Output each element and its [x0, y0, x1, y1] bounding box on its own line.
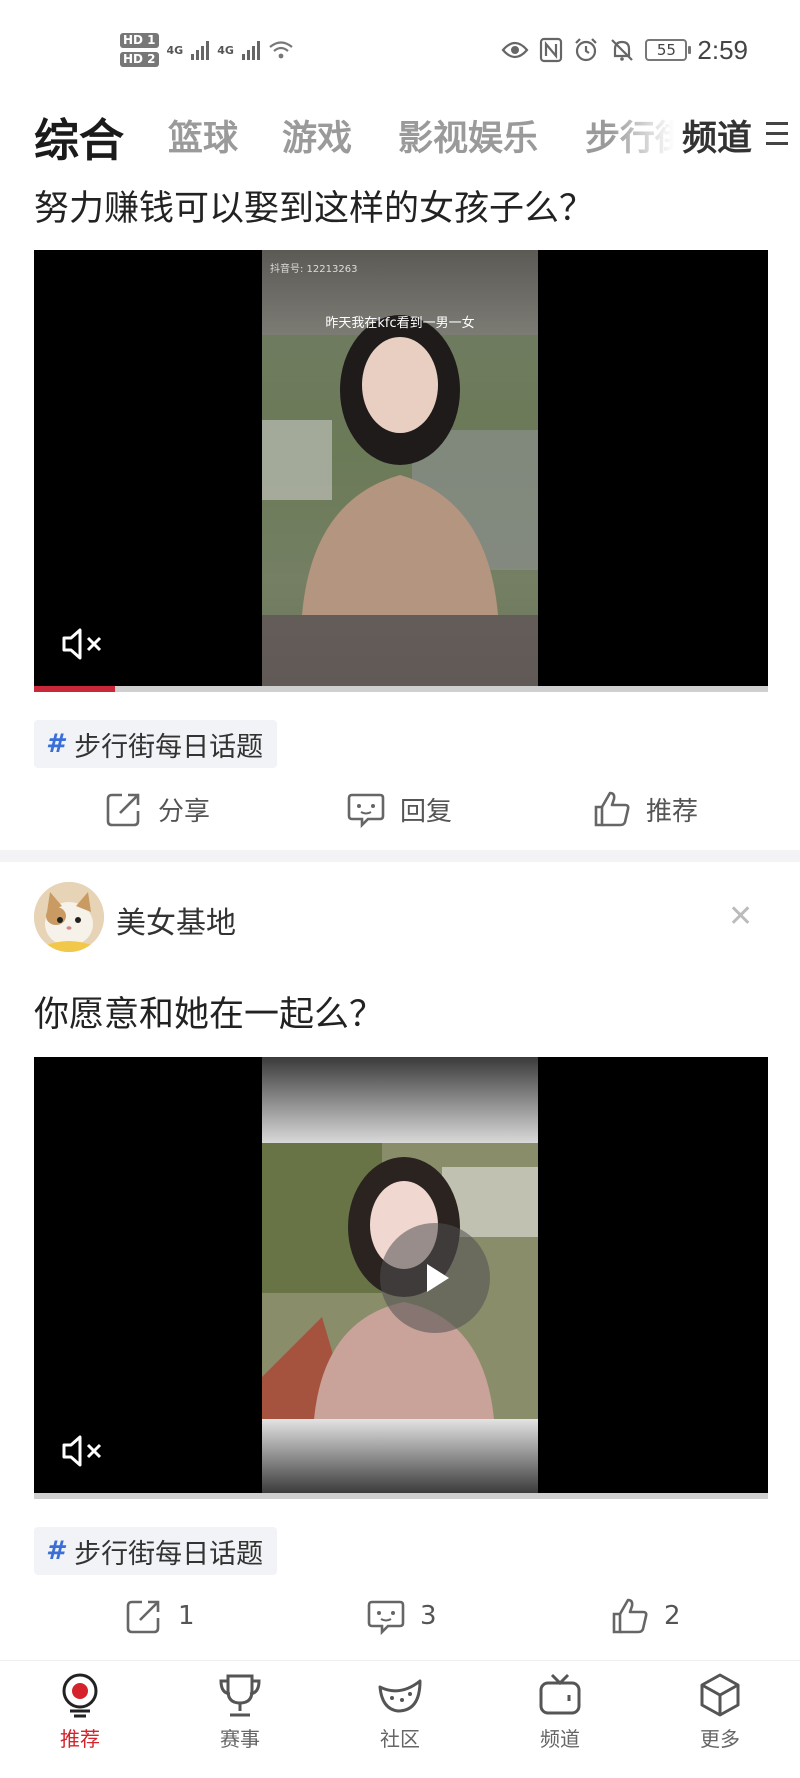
hd2-indicator: HD 2	[120, 52, 159, 67]
tab-games[interactable]: 游戏	[282, 110, 352, 161]
reply-button[interactable]: 回复	[346, 789, 452, 829]
battery-indicator: 55	[645, 39, 692, 61]
tab-entertainment[interactable]: 影视娱乐	[398, 110, 538, 161]
share-label: 分享	[158, 796, 211, 827]
topic-label: 步行街每日话题	[74, 731, 264, 763]
share-icon	[106, 793, 140, 827]
signal-1-icon	[191, 40, 210, 60]
close-icon[interactable]: ✕	[728, 902, 753, 932]
nav-more[interactable]: 更多	[670, 1671, 770, 1752]
watermelon-icon	[378, 1679, 422, 1713]
video-progress[interactable]	[34, 1493, 768, 1499]
video-caption: 昨天我在kfc看到一男一女	[325, 315, 474, 331]
signal-2-icon	[241, 40, 260, 60]
share-button[interactable]: 分享	[104, 789, 210, 829]
network-type-2: 4G	[217, 43, 234, 57]
cat-avatar-image	[34, 882, 104, 952]
recommend-icon	[62, 1673, 98, 1718]
video-progress[interactable]	[34, 686, 768, 692]
video-player[interactable]: 昨天我在kfc看到一男一女 抖音号: 12213263	[34, 250, 768, 692]
recommend-button[interactable]: 推荐	[592, 789, 698, 829]
cube-icon	[700, 1673, 740, 1717]
nav-events[interactable]: 赛事	[190, 1671, 290, 1752]
wifi-icon	[269, 41, 293, 59]
recommend-label: 推荐	[646, 796, 699, 827]
nav-channel[interactable]: 频道	[510, 1671, 610, 1752]
topic-tag[interactable]: # 步行街每日话题	[34, 1527, 278, 1575]
nav-label: 赛事	[220, 1727, 260, 1751]
nav-label: 频道	[540, 1727, 580, 1751]
nav-label: 社区	[380, 1727, 420, 1751]
video-watermark: 抖音号: 12213263	[270, 262, 357, 275]
share-icon	[126, 1600, 160, 1634]
status-left: HD 1 HD 2 4G 4G	[120, 26, 294, 74]
reply-count: 3	[420, 1601, 437, 1631]
menu-icon[interactable]	[766, 122, 788, 146]
clock: 2:59	[697, 34, 748, 65]
play-icon	[427, 1264, 449, 1292]
topic-tag[interactable]: # 步行街每日话题	[34, 720, 278, 768]
share-button[interactable]: 1	[124, 1596, 195, 1636]
hashtag-icon: #	[46, 1536, 65, 1566]
mute-bell-icon	[611, 39, 634, 61]
play-button[interactable]	[380, 1223, 490, 1333]
nav-recommend[interactable]: 推荐	[30, 1671, 130, 1752]
nav-label: 推荐	[60, 1727, 100, 1751]
reply-label: 回复	[400, 796, 453, 827]
nfc-icon	[540, 37, 563, 63]
category-tabs: 综合 篮球 游戏 影视娱乐 步行街 频道	[0, 100, 800, 170]
nav-label: 更多	[700, 1727, 740, 1751]
network-type-1: 4G	[166, 43, 184, 57]
nav-community[interactable]: 社区	[350, 1671, 450, 1752]
reply-button[interactable]: 3	[366, 1596, 437, 1636]
avatar[interactable]	[34, 882, 104, 952]
thumbs-up-icon	[612, 1598, 648, 1634]
mute-icon[interactable]	[60, 624, 108, 664]
channel-button[interactable]: 频道	[682, 110, 753, 161]
alarm-icon	[575, 38, 598, 62]
tab-basketball[interactable]: 篮球	[168, 110, 238, 161]
mute-icon[interactable]	[60, 1431, 108, 1471]
video-progress-fill	[34, 686, 115, 692]
video-player[interactable]	[34, 1057, 768, 1499]
like-count: 2	[664, 1601, 681, 1631]
feed-divider	[0, 850, 800, 862]
bottom-nav: 推荐 赛事 社区 频道 更多	[0, 1660, 800, 1778]
trophy-icon	[219, 1674, 261, 1717]
tab-general[interactable]: 综合	[34, 104, 124, 169]
share-count: 1	[178, 1601, 195, 1631]
author-name[interactable]: 美女基地	[116, 898, 236, 942]
post-actions: 分享 回复 推荐	[0, 789, 800, 845]
tv-icon	[539, 1673, 581, 1715]
video-thumbnail: 昨天我在kfc看到一男一女 抖音号: 12213263	[262, 250, 538, 692]
comment-icon	[347, 793, 385, 829]
tab-fade	[610, 100, 690, 170]
hashtag-icon: #	[46, 729, 65, 759]
post-title[interactable]: 你愿意和她在一起么？	[34, 986, 384, 1037]
thumbs-up-icon	[594, 791, 630, 827]
eye-icon	[501, 41, 529, 59]
status-right: 55 2:59	[501, 30, 748, 70]
battery-level: 55	[656, 41, 676, 59]
post-actions: 1 3 2	[0, 1596, 800, 1652]
hd1-indicator: HD 1	[120, 33, 159, 48]
comment-icon	[367, 1600, 405, 1636]
post-title[interactable]: 努力赚钱可以娶到这样的女孩子么？	[34, 180, 594, 231]
like-button[interactable]: 2	[610, 1596, 681, 1636]
status-bar: HD 1 HD 2 4G 4G 55 2:59	[0, 0, 800, 100]
topic-label: 步行街每日话题	[74, 1538, 264, 1570]
